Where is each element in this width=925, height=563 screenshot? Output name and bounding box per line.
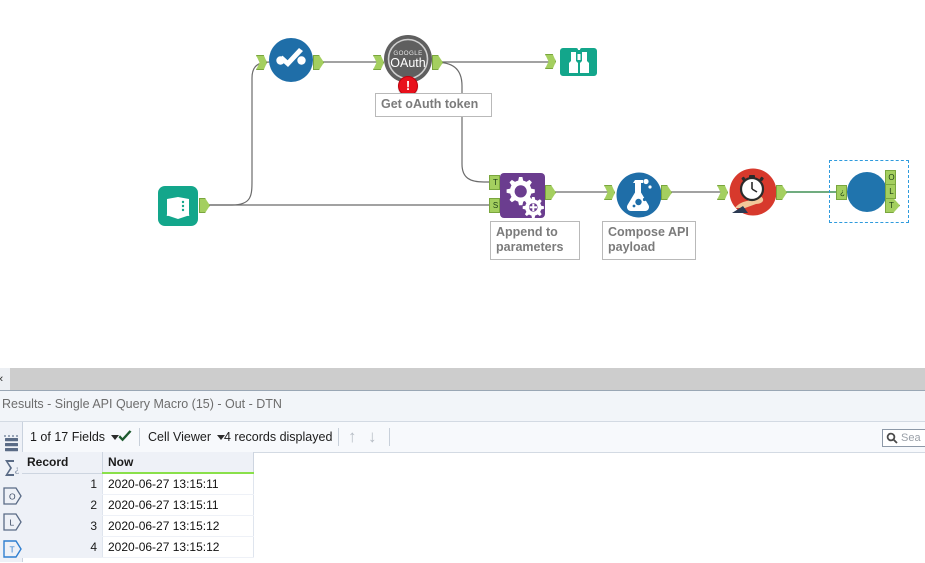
check-mark-icon <box>118 430 132 442</box>
cell-record[interactable]: 2 <box>22 494 103 516</box>
gears-icon <box>500 173 545 219</box>
svg-text:¿: ¿ <box>15 464 19 474</box>
cell-record[interactable]: 1 <box>22 473 103 495</box>
node-formula-tool[interactable]: Compose API payload <box>602 172 696 260</box>
cell-record[interactable]: 3 <box>22 515 103 537</box>
rail-item-output-t[interactable]: T <box>3 540 22 558</box>
node-caption: Get oAuth token <box>375 93 492 117</box>
fields-label: 1 of 17 Fields <box>30 430 106 444</box>
connector-in-t[interactable]: T <box>489 175 500 190</box>
records-displayed-label: 4 records displayed <box>224 430 333 444</box>
results-toolbar: 1 of 17 Fields Cell Viewer 4 records dis… <box>0 422 925 453</box>
table-row[interactable]: 3 2020-06-27 13:15:12 <box>22 515 254 537</box>
node-data-cleansing-tool[interactable] <box>256 37 324 88</box>
fields-apply-check[interactable] <box>117 422 133 452</box>
collapse-chevron-icon[interactable]: « <box>0 371 9 387</box>
table-header-row: Record Now <box>22 452 254 474</box>
node-append-fields-tool[interactable]: T S Append to parameters <box>489 173 580 260</box>
svg-text:OAuth: OAuth <box>390 56 425 70</box>
stopwatch-hand-icon <box>729 168 777 216</box>
connector-in-s-label: S <box>492 201 499 210</box>
results-search-box[interactable]: Sea <box>882 429 925 447</box>
cell-now[interactable]: 2020-06-27 13:15:12 <box>102 536 254 558</box>
cell-now[interactable]: 2020-06-27 13:15:11 <box>102 473 254 495</box>
search-placeholder: Sea <box>901 432 921 444</box>
results-table: Record Now 1 2020-06-27 13:15:11 2 2020-… <box>22 452 254 558</box>
workflow-canvas[interactable]: GOOGLE OAuth ! Get oAuth token T S Appen… <box>0 0 925 368</box>
svg-text:L: L <box>10 518 15 528</box>
rail-item-table-layout[interactable] <box>3 436 20 453</box>
node-caption: Append to parameters <box>490 221 580 260</box>
pane-splitter-bar[interactable]: « <box>0 368 925 391</box>
rail-item-metainfo[interactable]: ¿ <box>3 458 20 476</box>
workflow-wires <box>207 61 841 206</box>
column-header-now[interactable]: Now <box>102 452 254 474</box>
scroll-up-button[interactable]: ↑ <box>348 422 357 452</box>
connector-in-s[interactable]: S <box>489 198 500 213</box>
column-header-record[interactable]: Record <box>22 452 103 474</box>
cell-viewer-label: Cell Viewer <box>148 430 211 444</box>
cell-viewer-selector[interactable]: Cell Viewer <box>148 422 227 452</box>
svg-text:T: T <box>10 545 15 555</box>
results-title: Results - Single API Query Macro (15) - … <box>2 397 282 411</box>
table-body: 1 2020-06-27 13:15:11 2 2020-06-27 13:15… <box>22 473 254 558</box>
results-data-grid[interactable]: Record Now 1 2020-06-27 13:15:11 2 2020-… <box>22 452 254 558</box>
node-single-api-query-macro[interactable]: ¿ O L T <box>836 170 900 217</box>
toolbar-separator-2 <box>338 428 339 446</box>
output-l-icon: L <box>3 513 22 531</box>
output-o-icon: O <box>3 487 22 505</box>
fields-selector[interactable]: 1 of 17 Fields <box>30 422 121 452</box>
search-icon <box>886 432 898 444</box>
node-caption: Compose API payload <box>602 221 696 260</box>
cell-record[interactable]: 4 <box>22 536 103 558</box>
table-row[interactable]: 2 2020-06-27 13:15:11 <box>22 494 254 516</box>
app-root: GOOGLE OAuth ! Get oAuth token T S Appen… <box>0 0 925 562</box>
toolbar-separator-1 <box>139 428 140 446</box>
book-icon <box>158 186 198 226</box>
connector-in-question[interactable]: ¿ <box>836 185 847 200</box>
node-throttle-tool[interactable] <box>717 168 787 221</box>
connector-in-t-label: T <box>493 178 498 187</box>
macro-circle-icon <box>847 172 887 212</box>
rail-item-output-l[interactable]: L <box>3 513 22 531</box>
rail-item-output-o[interactable]: O <box>3 487 22 505</box>
connector-out-l[interactable]: L <box>885 184 896 199</box>
scroll-down-button[interactable]: ↓ <box>368 422 377 452</box>
output-t-icon: T <box>3 540 22 558</box>
binoculars-icon <box>560 48 597 76</box>
check-circle-icon <box>269 38 313 82</box>
results-title-bar: Results - Single API Query Macro (15) - … <box>0 391 925 422</box>
node-browse-tool[interactable] <box>545 40 601 89</box>
svg-text:O: O <box>9 492 16 502</box>
flask-icon <box>616 172 662 218</box>
node-google-oauth-tool[interactable]: GOOGLE OAuth ! Get oAuth token <box>373 34 492 117</box>
table-row[interactable]: 1 2020-06-27 13:15:11 <box>22 473 254 495</box>
connector-out-o[interactable]: O <box>885 170 896 185</box>
cell-now[interactable]: 2020-06-27 13:15:12 <box>102 515 254 537</box>
toolbar-separator-3 <box>389 428 390 446</box>
connector-out-l-label: L <box>889 187 894 196</box>
connector-in-label: ¿ <box>840 188 845 197</box>
table-layout-icon <box>5 438 18 452</box>
table-row[interactable]: 4 2020-06-27 13:15:12 <box>22 536 254 558</box>
node-directory-tool[interactable] <box>157 185 210 232</box>
metainfo-sigma-icon: ¿ <box>5 460 19 476</box>
cell-now[interactable]: 2020-06-27 13:15:11 <box>102 494 254 516</box>
